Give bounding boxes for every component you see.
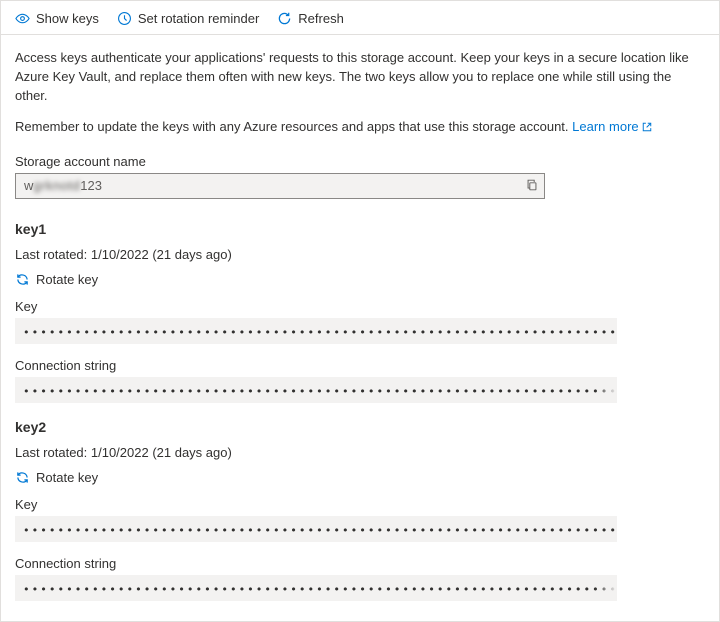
refresh-button[interactable]: Refresh [277, 11, 344, 26]
storage-account-prefix: w [24, 178, 33, 193]
key2-key-value-box[interactable]: ••••••••••••••••••••••••••••••••••••••••… [15, 516, 617, 542]
key2-last-rotated: Last rotated: 1/10/2022 (21 days ago) [15, 445, 705, 460]
key2-rotate-button[interactable]: Rotate key [15, 470, 98, 485]
key1-rotate-label: Rotate key [36, 272, 98, 287]
refresh-icon [277, 11, 292, 26]
storage-account-input-wrap: wgrknotd123 [15, 173, 545, 199]
key1-key-value-box[interactable]: ••••••••••••••••••••••••••••••••••••••••… [15, 318, 617, 344]
toolbar: Show keys Set rotation reminder Refresh [1, 1, 719, 35]
key2-conn-value-box[interactable]: ••••••••••••••••••••••••••••••••••••••••… [15, 575, 617, 601]
key2-section: key2 Last rotated: 1/10/2022 (21 days ag… [15, 419, 705, 601]
key1-rotate-button[interactable]: Rotate key [15, 272, 98, 287]
key2-conn-label: Connection string [15, 556, 705, 571]
external-link-icon [641, 121, 653, 133]
copy-button[interactable] [523, 177, 541, 195]
rotate-icon [15, 272, 30, 287]
storage-account-label: Storage account name [15, 154, 705, 169]
rotate-icon [15, 470, 30, 485]
key1-section: key1 Last rotated: 1/10/2022 (21 days ag… [15, 221, 705, 403]
key2-conn-value: ••••••••••••••••••••••••••••••••••••••••… [23, 583, 617, 596]
copy-icon [525, 178, 539, 195]
storage-account-suffix: 123 [80, 178, 102, 193]
key1-conn-value: ••••••••••••••••••••••••••••••••••••••••… [23, 385, 617, 398]
key1-title: key1 [15, 221, 705, 237]
key2-title: key2 [15, 419, 705, 435]
eye-icon [15, 11, 30, 26]
key1-conn-value-box[interactable]: ••••••••••••••••••••••••••••••••••••••••… [15, 377, 617, 403]
set-rotation-button[interactable]: Set rotation reminder [117, 11, 259, 26]
key2-rotate-label: Rotate key [36, 470, 98, 485]
key2-key-label: Key [15, 497, 705, 512]
description-1: Access keys authenticate your applicatio… [15, 49, 705, 106]
key1-conn-label: Connection string [15, 358, 705, 373]
learn-more-label: Learn more [572, 119, 638, 134]
key1-last-rotated: Last rotated: 1/10/2022 (21 days ago) [15, 247, 705, 262]
refresh-label: Refresh [298, 11, 344, 26]
learn-more-link[interactable]: Learn more [572, 119, 638, 134]
key1-key-value: ••••••••••••••••••••••••••••••••••••••••… [23, 326, 617, 339]
show-keys-label: Show keys [36, 11, 99, 26]
storage-account-blur: grknotd [33, 178, 80, 193]
show-keys-button[interactable]: Show keys [15, 11, 99, 26]
description-2-text: Remember to update the keys with any Azu… [15, 119, 572, 134]
key1-key-label: Key [15, 299, 705, 314]
storage-account-input[interactable]: wgrknotd123 [15, 173, 545, 199]
clock-icon [117, 11, 132, 26]
key2-key-value: ••••••••••••••••••••••••••••••••••••••••… [23, 524, 617, 537]
description-2: Remember to update the keys with any Azu… [15, 118, 705, 137]
set-rotation-label: Set rotation reminder [138, 11, 259, 26]
